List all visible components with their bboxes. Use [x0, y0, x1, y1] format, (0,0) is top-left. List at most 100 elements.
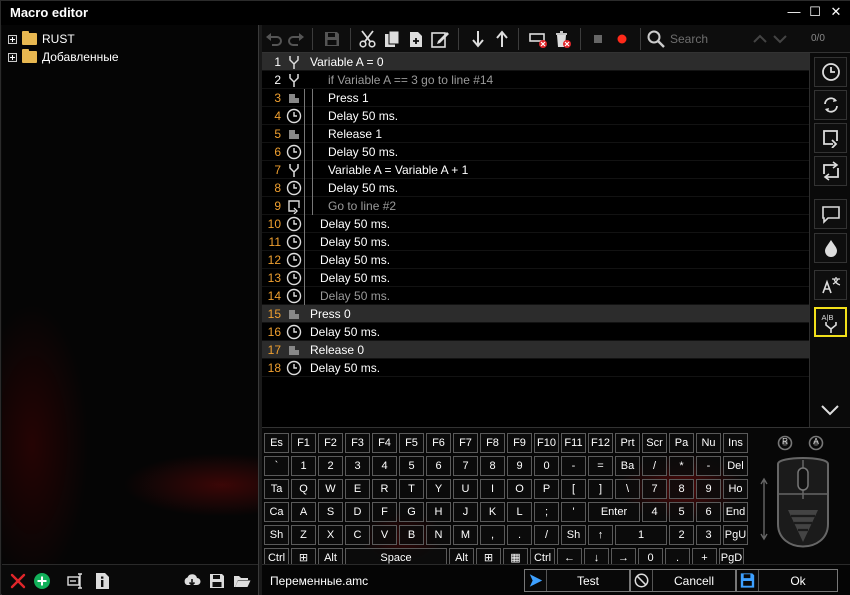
key[interactable]: F12 [588, 433, 613, 453]
macro-row[interactable]: 4 Delay 50 ms. [262, 107, 809, 125]
key[interactable]: Sh [264, 525, 289, 545]
add-icon[interactable] [33, 572, 51, 590]
macro-row[interactable]: 16 Delay 50 ms. [262, 323, 809, 341]
loop-button[interactable] [814, 156, 847, 186]
translate-button[interactable] [814, 270, 847, 300]
key[interactable]: F1 [291, 433, 316, 453]
chevron-down-icon[interactable] [819, 401, 841, 419]
rename-icon[interactable] [67, 572, 85, 590]
tree-item-rust[interactable]: RUST [8, 30, 75, 48]
undo-icon[interactable] [264, 29, 284, 49]
mouse-icon[interactable] [758, 454, 848, 559]
key[interactable]: Q [291, 479, 316, 499]
stop-icon[interactable] [588, 29, 608, 49]
goto-button[interactable] [814, 123, 847, 153]
key[interactable]: A [291, 502, 316, 522]
key[interactable]: D [345, 502, 370, 522]
key[interactable]: * [669, 456, 694, 476]
copy-icon[interactable] [382, 29, 402, 49]
cloud-download-icon[interactable] [183, 572, 201, 590]
macro-row[interactable]: 18 Delay 50 ms. [262, 359, 809, 377]
key[interactable]: 3 [696, 525, 721, 545]
comment-button[interactable] [814, 199, 847, 229]
clear-all-icon[interactable] [552, 29, 572, 49]
key[interactable]: V [372, 525, 397, 545]
key[interactable]: 7 [453, 456, 478, 476]
key[interactable]: 5 [399, 456, 424, 476]
key[interactable]: F2 [318, 433, 343, 453]
key[interactable]: Sh [561, 525, 586, 545]
key[interactable]: 8 [669, 479, 694, 499]
macro-row[interactable]: 6 Delay 50 ms. [262, 143, 809, 161]
key[interactable]: Ca [264, 502, 289, 522]
search-previous-icon[interactable] [752, 31, 768, 47]
key[interactable]: / [642, 456, 667, 476]
key[interactable]: M [453, 525, 478, 545]
key[interactable]: 1 [291, 456, 316, 476]
key[interactable]: O [507, 479, 532, 499]
key[interactable]: 8 [480, 456, 505, 476]
key[interactable]: N [426, 525, 451, 545]
move-up-icon[interactable] [492, 29, 512, 49]
remove-row-icon[interactable] [528, 29, 548, 49]
paste-icon[interactable] [406, 29, 426, 49]
save-icon[interactable] [322, 29, 342, 49]
key[interactable]: Ta [264, 479, 289, 499]
macro-row[interactable]: 5 Release 1 [262, 125, 809, 143]
key[interactable]: . [507, 525, 532, 545]
mouse-side-button-right[interactable]: A [808, 435, 824, 451]
macro-row[interactable]: 15 Press 0 [262, 305, 809, 323]
key[interactable]: = [588, 456, 613, 476]
close-button[interactable]: ✕ [829, 5, 843, 19]
key[interactable]: 5 [669, 502, 694, 522]
macro-row[interactable]: 8 Delay 50 ms. [262, 179, 809, 197]
key[interactable]: 4 [642, 502, 667, 522]
edit-icon[interactable] [430, 29, 450, 49]
key[interactable]: P [534, 479, 559, 499]
key[interactable]: - [696, 456, 721, 476]
search-input[interactable] [670, 30, 750, 48]
key[interactable]: Es [264, 433, 289, 453]
key[interactable]: B [399, 525, 424, 545]
key[interactable]: L [507, 502, 532, 522]
key[interactable]: 9 [507, 456, 532, 476]
key[interactable]: Ba [615, 456, 640, 476]
key[interactable]: 6 [426, 456, 451, 476]
key[interactable]: I [480, 479, 505, 499]
key[interactable]: H [426, 502, 451, 522]
search-next-icon[interactable] [772, 31, 788, 47]
key[interactable]: F5 [399, 433, 424, 453]
macro-row[interactable]: 3 Press 1 [262, 89, 809, 107]
key[interactable]: ' [561, 502, 586, 522]
cancel-button[interactable]: Cancell [630, 569, 736, 592]
key[interactable]: F11 [561, 433, 586, 453]
delete-icon[interactable] [9, 572, 27, 590]
key[interactable]: R [372, 479, 397, 499]
macro-row[interactable]: 12 Delay 50 ms. [262, 251, 809, 269]
key[interactable]: E [345, 479, 370, 499]
macro-row[interactable]: 11 Delay 50 ms. [262, 233, 809, 251]
key[interactable]: 2 [669, 525, 694, 545]
key[interactable]: Z [291, 525, 316, 545]
key[interactable]: T [399, 479, 424, 499]
mouse-side-button-left[interactable]: R [777, 435, 793, 451]
redo-icon[interactable] [286, 29, 306, 49]
key[interactable]: PgU [723, 525, 748, 545]
expand-icon[interactable] [8, 52, 17, 62]
ok-button[interactable]: Ok [736, 569, 838, 592]
key[interactable]: Y [426, 479, 451, 499]
add-delay-button[interactable] [814, 57, 847, 87]
macro-row[interactable]: 13 Delay 50 ms. [262, 269, 809, 287]
macro-row[interactable]: 17 Release 0 [262, 341, 809, 359]
key[interactable]: \ [615, 479, 640, 499]
key[interactable]: F [372, 502, 397, 522]
expand-icon[interactable] [8, 34, 17, 44]
key[interactable]: / [534, 525, 559, 545]
key[interactable]: 2 [318, 456, 343, 476]
key[interactable]: F8 [480, 433, 505, 453]
test-button[interactable]: Test [524, 569, 630, 592]
key[interactable]: 3 [345, 456, 370, 476]
key[interactable]: F3 [345, 433, 370, 453]
macro-row[interactable]: 9 Go to line #2 [262, 197, 809, 215]
key[interactable]: G [399, 502, 424, 522]
